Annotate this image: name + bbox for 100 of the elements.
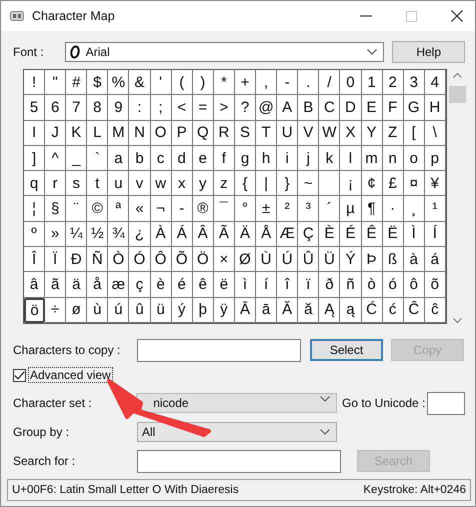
character-cell[interactable]: 2 [382, 70, 404, 96]
character-cell[interactable]: ā [256, 298, 278, 323]
character-cell[interactable]: Ð [66, 247, 88, 272]
character-cell[interactable]: < [172, 95, 193, 121]
character-cell[interactable]: ĉ [424, 298, 446, 323]
character-cell[interactable]: Q [192, 120, 214, 146]
character-cell[interactable]: ø [66, 298, 88, 323]
character-cell[interactable]: z [214, 171, 235, 196]
character-cell[interactable]: O [150, 120, 172, 146]
character-cell[interactable]: î [277, 272, 298, 298]
character-cell[interactable]: ½ [87, 222, 108, 248]
character-cell[interactable]: y [192, 171, 214, 196]
scroll-down-icon[interactable] [452, 318, 462, 323]
character-cell[interactable]: ³ [298, 196, 320, 222]
character-cell[interactable]: û [129, 298, 151, 323]
character-cell[interactable]: Ø [234, 247, 256, 272]
character-cell[interactable]: è [150, 272, 172, 298]
character-cell[interactable]: é [172, 272, 193, 298]
group-by-dropdown[interactable]: All [137, 422, 337, 442]
scroll-up-icon[interactable] [452, 73, 462, 78]
font-dropdown[interactable]: Arial [64, 42, 384, 62]
character-cell[interactable]: . [298, 70, 320, 96]
character-cell[interactable]: 0 [340, 70, 362, 96]
character-cell[interactable]: ) [192, 70, 214, 96]
character-cell[interactable]: Ò [108, 247, 130, 272]
character-cell[interactable]: ` [87, 146, 108, 172]
character-cell[interactable]: á [424, 247, 446, 272]
character-cell[interactable]: 6 [45, 95, 66, 121]
character-cell[interactable]: Ā [234, 298, 256, 323]
character-cell[interactable]: Ä [234, 222, 256, 248]
character-cell[interactable]: ý [172, 298, 193, 323]
character-cell[interactable]: ó [382, 272, 404, 298]
character-cell[interactable]: ´ [319, 196, 340, 222]
character-cell[interactable]: ¤ [404, 171, 425, 196]
character-cell[interactable]: w [150, 171, 172, 196]
character-cell[interactable]: ¬ [150, 196, 172, 222]
character-cell[interactable]: Ñ [87, 247, 108, 272]
character-cell[interactable]: X [340, 120, 362, 146]
character-cell[interactable]: ' [150, 70, 172, 96]
character-cell[interactable]: ă [298, 298, 320, 323]
character-cell[interactable]: ] [24, 146, 46, 172]
character-cell[interactable]: Î [24, 247, 46, 272]
character-cell[interactable]: Þ [362, 247, 383, 272]
character-cell[interactable]: ¸ [404, 196, 425, 222]
character-cell[interactable]: Ý [340, 247, 362, 272]
close-icon[interactable] [451, 10, 463, 22]
character-cell[interactable]: 7 [66, 95, 88, 121]
character-cell[interactable]: Ĉ [404, 298, 425, 323]
character-cell[interactable]: Ö [192, 247, 214, 272]
character-cell[interactable]: ú [108, 298, 130, 323]
character-cell[interactable]: § [45, 196, 66, 222]
character-cell[interactable]: c [150, 146, 172, 172]
go-to-unicode-field[interactable] [427, 392, 465, 414]
character-cell[interactable]: _ [66, 146, 88, 172]
character-cell[interactable]: % [108, 70, 130, 96]
character-cell[interactable]: r [45, 171, 66, 196]
character-cell[interactable]: ~ [298, 171, 320, 196]
character-cell[interactable]: ° [234, 196, 256, 222]
character-cell[interactable]: W [319, 120, 340, 146]
character-cell[interactable]: ¶ [362, 196, 383, 222]
character-cell[interactable]: ß [382, 247, 404, 272]
character-cell[interactable]: M [108, 120, 130, 146]
character-cell[interactable]: ¥ [424, 171, 446, 196]
character-cell[interactable]: æ [108, 272, 130, 298]
character-cell[interactable]: ® [192, 196, 214, 222]
character-cell[interactable]: ÷ [45, 298, 66, 323]
character-cell[interactable]: 5 [24, 95, 46, 121]
character-cell[interactable]: / [319, 70, 340, 96]
character-cell[interactable]: d [172, 146, 193, 172]
character-cell[interactable]: · [382, 196, 404, 222]
character-cell[interactable]: } [277, 171, 298, 196]
character-cell[interactable]: « [129, 196, 151, 222]
character-cell[interactable]: ¡ [340, 171, 362, 196]
character-cell[interactable]: | [256, 171, 278, 196]
character-cell[interactable]: » [45, 222, 66, 248]
character-cell[interactable]: e [192, 146, 214, 172]
character-cell[interactable]: à [404, 247, 425, 272]
search-field[interactable] [137, 450, 341, 472]
character-cell[interactable]: H [424, 95, 446, 121]
character-cell[interactable]: @ [256, 95, 278, 121]
character-cell[interactable]: É [340, 222, 362, 248]
character-cell[interactable]: Ç [298, 222, 320, 248]
character-cell[interactable]: Á [172, 222, 193, 248]
character-cell[interactable]: j [298, 146, 320, 172]
character-cell[interactable]: I [24, 120, 46, 146]
character-cell[interactable]: Ó [129, 247, 151, 272]
character-cell[interactable]: ¦ [24, 196, 46, 222]
character-cell[interactable]: Ă [277, 298, 298, 323]
character-cell[interactable]: Ã [214, 222, 235, 248]
character-cell[interactable]: G [404, 95, 425, 121]
character-cell[interactable]: & [129, 70, 151, 96]
character-cell[interactable]: ¯ [214, 196, 235, 222]
character-cell[interactable]: \ [424, 120, 446, 146]
character-cell[interactable]: ã [45, 272, 66, 298]
character-cell[interactable]: L [87, 120, 108, 146]
character-cell[interactable]: ¹ [424, 196, 446, 222]
character-cell[interactable]: £ [382, 171, 404, 196]
scroll-thumb[interactable] [448, 86, 466, 103]
character-cell[interactable]: ! [24, 70, 46, 96]
character-cell[interactable]: ć [382, 298, 404, 323]
